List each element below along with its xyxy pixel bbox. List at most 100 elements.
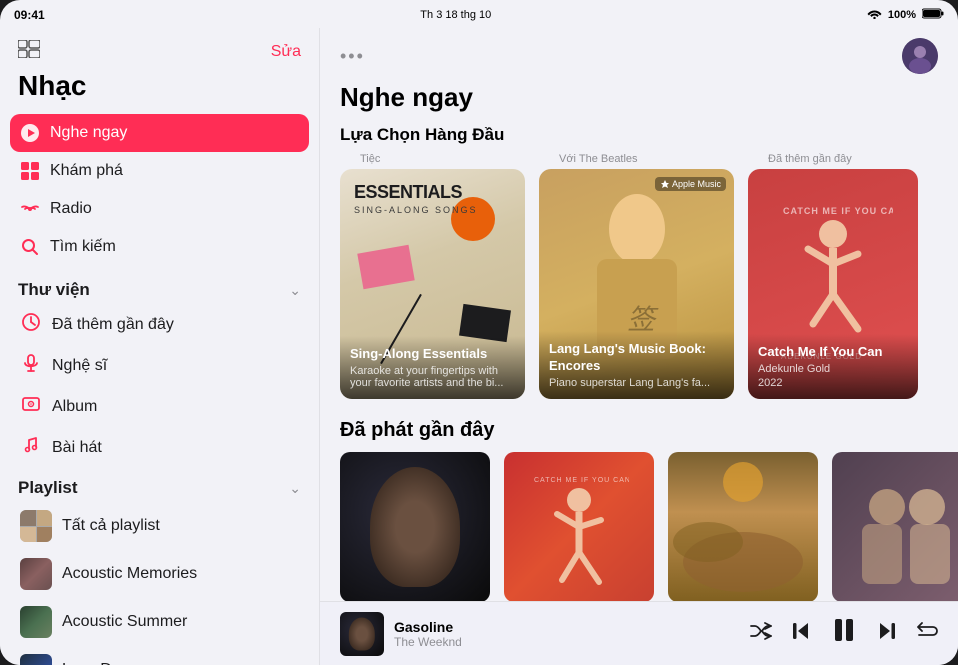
library-item-label: Bài hát: [52, 439, 102, 457]
playlist-item-acoustic-summer[interactable]: Acoustic Summer: [10, 598, 309, 646]
status-bar: 09:41 Th 3 18 thg 10 100%: [0, 0, 958, 28]
playlist-chevron-icon[interactable]: ⌄: [289, 480, 301, 497]
lang-overlay-title: Lang Lang's Music Book: Encores: [549, 341, 724, 375]
microphone-icon: [20, 354, 42, 377]
essentials-title: ESSENTIALS: [354, 183, 478, 203]
pick-card-essentials[interactable]: Tiệc ESSENTIALS SING-ALONG SONGS: [340, 153, 525, 399]
essentials-overlay-title: Sing-Along Essentials: [350, 346, 515, 363]
acoustic-summer-thumb: [20, 606, 52, 638]
sidebar-item-radio[interactable]: Radio: [10, 190, 309, 228]
app-container: Sửa Nhạc Nghe ngay: [0, 28, 958, 665]
clock-icon: [20, 313, 42, 336]
ellipsis-icon[interactable]: •••: [340, 46, 365, 67]
gasoline-thumb: [340, 452, 490, 601]
status-right: 100%: [867, 8, 944, 22]
album-icon: [20, 395, 42, 418]
svg-text:CATCH ME IF YOU CAN: CATCH ME IF YOU CAN: [783, 206, 893, 216]
lang-card: Apple Music 签: [539, 169, 734, 399]
sidebar-item-label: Tìm kiếm: [50, 238, 116, 256]
top-picks-label: Lựa Chọn Hàng Đầu: [320, 121, 958, 153]
svg-text:CATCH ME IF YOU CAN: CATCH ME IF YOU CAN: [534, 477, 629, 484]
essentials-sublabel: Tiệc: [340, 153, 525, 165]
avatar[interactable]: [902, 38, 938, 74]
catch-overlay-title: Catch Me If You Can: [758, 344, 908, 361]
sidebar-item-listen-now[interactable]: Nghe ngay: [10, 114, 309, 152]
acoustic-memories-thumb: [20, 558, 52, 590]
library-title: Thư viện: [18, 280, 90, 300]
library-item-label: Album: [52, 398, 97, 416]
essentials-overlay-sub: Karaoke at your fingertips with your fav…: [350, 365, 515, 389]
radio-icon: [20, 199, 40, 219]
pick-card-catch[interactable]: Đã thêm gần đây CATCH ME IF YOU CAN: [748, 153, 918, 399]
library-item-albums[interactable]: Album: [10, 386, 309, 427]
gasoline-face-shape: [370, 467, 460, 587]
playlist-title: Playlist: [18, 478, 78, 498]
top-picks-row: Tiệc ESSENTIALS SING-ALONG SONGS: [320, 153, 958, 415]
sidebar-item-label: Radio: [50, 200, 92, 218]
library-item-recently-added[interactable]: Đã thêm gần đây: [10, 304, 309, 345]
pink-rect-shape: [357, 245, 414, 289]
playlist-item-label: Acoustic Memories: [62, 565, 197, 583]
now-playing-thumb: [340, 612, 384, 656]
playlist-item-label: Lazy Day: [62, 661, 129, 665]
sidebar-nav: Nghe ngay Khám phá: [0, 110, 319, 270]
lang-sublabel: Với The Beatles: [539, 153, 734, 165]
sidebar-item-discover[interactable]: Khám phá: [10, 152, 309, 190]
playlist-item-label: Acoustic Summer: [62, 613, 187, 631]
catch-sublabel: Đã thêm gần đây: [748, 153, 918, 165]
sidebar-title: Nhạc: [18, 70, 86, 101]
wifi-icon: [867, 8, 882, 22]
search-icon: [20, 237, 40, 257]
now-playing-info: Gasoline The Weeknd: [394, 619, 740, 649]
sidebar-header: Sửa: [0, 28, 319, 70]
recent-card-couple[interactable]: [832, 452, 958, 601]
previous-button[interactable]: [790, 621, 812, 647]
next-button[interactable]: [876, 621, 898, 647]
recent-card-adekunle[interactable]: CATCH ME IF YOU CAN: [504, 452, 654, 601]
essentials-subtitle: SING-ALONG SONGS: [354, 205, 478, 215]
recent-card-desert[interactable]: [668, 452, 818, 601]
sidebar-item-label: Nghe ngay: [50, 124, 127, 142]
recently-played-row: CATCH ME IF YOU CAN: [320, 452, 958, 601]
catch-year: 2022: [758, 377, 908, 389]
content-scroll: Lựa Chọn Hàng Đầu Tiệc ESSENTIALS SING-A…: [320, 121, 958, 601]
lazy-day-thumb: [20, 654, 52, 665]
recent-card-gasoline[interactable]: [340, 452, 490, 601]
sidebar-layout-icon[interactable]: [18, 40, 40, 64]
now-playing-controls: [750, 616, 938, 651]
sidebar-item-label: Khám phá: [50, 162, 123, 180]
library-item-label: Nghệ sĩ: [52, 357, 107, 375]
status-date: Th 3 18 thg 10: [420, 9, 491, 21]
battery-icon: 100%: [888, 9, 916, 21]
repeat-button[interactable]: [916, 622, 938, 646]
sidebar-item-search[interactable]: Tìm kiếm: [10, 228, 309, 266]
library-item-label: Đã thêm gần đây: [52, 316, 174, 334]
music-note-icon: [20, 436, 42, 459]
status-time: 09:41: [14, 8, 45, 22]
essentials-overlay: Sing-Along Essentials Karaoke at your fi…: [340, 336, 525, 399]
essentials-card: ESSENTIALS SING-ALONG SONGS Sing-Along E…: [340, 169, 525, 399]
library-item-songs[interactable]: Bài hát: [10, 427, 309, 468]
catch-overlay-sub: Adekunle Gold: [758, 363, 908, 375]
playlist-item-all[interactable]: Tất cả playlist: [10, 502, 309, 550]
adekunle-thumb: CATCH ME IF YOU CAN: [504, 452, 654, 601]
library-chevron-icon[interactable]: ⌄: [289, 282, 301, 299]
library-item-artists[interactable]: Nghệ sĩ: [10, 345, 309, 386]
library-section-header: Thư viện ⌄: [0, 270, 319, 304]
desert-thumb: [668, 452, 818, 601]
sidebar: Sửa Nhạc Nghe ngay: [0, 28, 320, 665]
essentials-text: ESSENTIALS SING-ALONG SONGS: [354, 183, 478, 215]
edit-button[interactable]: Sửa: [271, 43, 301, 61]
all-playlists-thumb: [20, 510, 52, 542]
pick-card-lang[interactable]: Với The Beatles Apple Music: [539, 153, 734, 399]
playlist-item-lazy-day[interactable]: Lazy Day: [10, 646, 309, 665]
playlist-item-acoustic-memories[interactable]: Acoustic Memories: [10, 550, 309, 598]
library-items: Đã thêm gần đây Nghệ sĩ: [0, 304, 319, 468]
pause-button[interactable]: [830, 616, 858, 651]
lang-overlay-sub: Piano superstar Lang Lang's fa...: [549, 377, 724, 389]
shuffle-button[interactable]: [750, 622, 772, 646]
playlist-item-label: Tất cả playlist: [62, 517, 160, 535]
main-title: Nghe ngay: [320, 80, 958, 121]
couple-thumb: [832, 452, 958, 601]
main-content: ••• Nghe ngay Lựa Chọn Hàng Đầu Tiệc: [320, 28, 958, 665]
